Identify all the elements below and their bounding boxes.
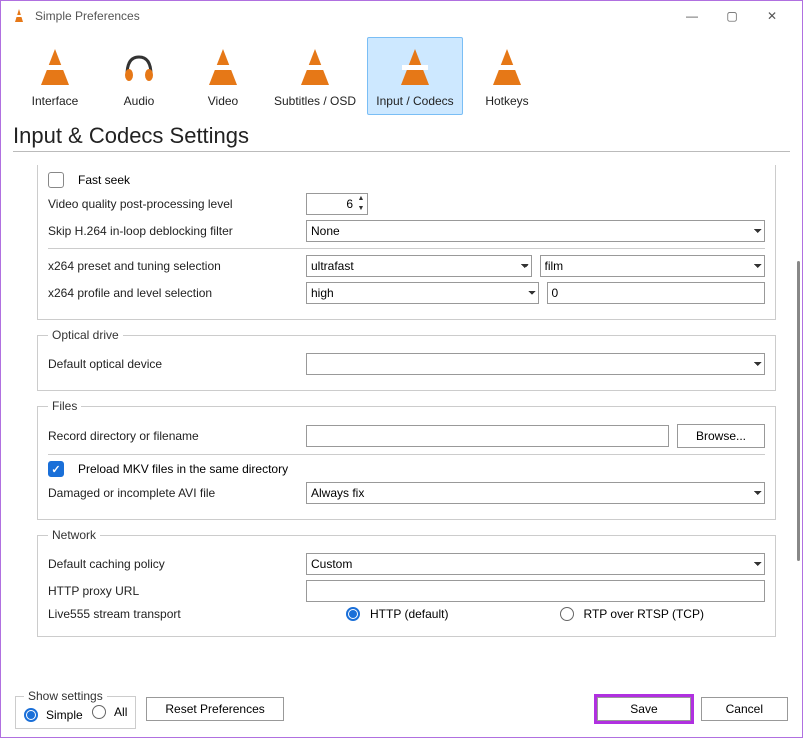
settings-scroll-area[interactable]: Fast seek Video quality post-processing … — [11, 165, 792, 673]
cone-glasses-icon — [184, 42, 262, 92]
show-simple-label: Simple — [46, 708, 83, 722]
cone-note-icon — [268, 42, 362, 92]
live555-http-label: HTTP (default) — [370, 607, 448, 621]
skip-filter-label: Skip H.264 in-loop deblocking filter — [48, 224, 298, 238]
title-separator — [13, 151, 790, 152]
maximize-button[interactable]: ▢ — [712, 2, 752, 30]
proxy-label: HTTP proxy URL — [48, 584, 298, 598]
live555-label: Live555 stream transport — [48, 607, 298, 621]
optical-group: Optical drive Default optical device — [37, 328, 776, 391]
page-title: Input & Codecs Settings — [1, 115, 802, 151]
live555-rtp-label: RTP over RTSP (TCP) — [584, 607, 704, 621]
category-video[interactable]: Video — [183, 37, 263, 115]
default-device-select[interactable] — [306, 353, 765, 375]
save-button[interactable]: Save — [597, 697, 690, 721]
avi-label: Damaged or incomplete AVI file — [48, 486, 298, 500]
x264-profile-label: x264 profile and level selection — [48, 286, 298, 300]
live555-rtp-radio[interactable] — [560, 607, 574, 621]
x264-preset-label: x264 preset and tuning selection — [48, 259, 298, 273]
category-input-codecs[interactable]: Input / Codecs — [367, 37, 463, 115]
x264-level-input[interactable] — [547, 282, 766, 304]
caching-label: Default caching policy — [48, 557, 298, 571]
category-audio[interactable]: Audio — [99, 37, 179, 115]
record-input[interactable] — [306, 425, 669, 447]
show-all-label: All — [114, 705, 127, 719]
category-subtitles[interactable]: Subtitles / OSD — [267, 37, 363, 115]
spin-down-icon: ▼ — [355, 204, 367, 214]
spin-up-icon: ▲ — [355, 194, 367, 204]
x264-tune-select[interactable]: film — [540, 255, 766, 277]
category-hotkeys[interactable]: Hotkeys — [467, 37, 547, 115]
preload-mkv-label: Preload MKV files in the same directory — [78, 462, 288, 476]
record-label: Record directory or filename — [48, 429, 298, 443]
cancel-button[interactable]: Cancel — [701, 697, 788, 721]
cone-cable-icon — [368, 42, 462, 92]
footer: Show settings Simple All Reset Preferenc… — [1, 681, 802, 737]
close-button[interactable]: ✕ — [752, 2, 792, 30]
files-legend: Files — [48, 399, 81, 413]
codecs-separator — [48, 248, 765, 249]
files-separator — [48, 454, 765, 455]
titlebar: Simple Preferences — ▢ ✕ — [1, 1, 802, 31]
show-all-radio[interactable] — [92, 705, 106, 719]
headphones-icon — [100, 42, 178, 92]
avi-select[interactable]: Always fix — [306, 482, 765, 504]
fast-seek-checkbox[interactable] — [48, 172, 64, 188]
window-title: Simple Preferences — [35, 9, 672, 23]
show-simple-radio[interactable] — [24, 708, 38, 722]
reset-button[interactable]: Reset Preferences — [146, 697, 283, 721]
caching-select[interactable]: Custom — [306, 553, 765, 575]
preload-mkv-checkbox[interactable] — [48, 461, 64, 477]
network-group: Network Default caching policy Custom HT… — [37, 528, 776, 637]
proxy-input[interactable] — [306, 580, 765, 602]
cone-icon — [16, 42, 94, 92]
live555-http-radio[interactable] — [346, 607, 360, 621]
show-settings-group: Show settings Simple All — [15, 689, 136, 729]
browse-button[interactable]: Browse... — [677, 424, 765, 448]
x264-profile-select[interactable]: high — [306, 282, 539, 304]
scrollbar[interactable] — [797, 261, 800, 561]
vlc-icon — [11, 8, 27, 24]
default-device-label: Default optical device — [48, 357, 298, 371]
skip-filter-select[interactable]: None — [306, 220, 765, 242]
cone-key-icon — [468, 42, 546, 92]
category-bar: Interface Audio Video Subtitles / OSD In… — [1, 31, 802, 115]
network-legend: Network — [48, 528, 100, 542]
minimize-button[interactable]: — — [672, 2, 712, 30]
optical-legend: Optical drive — [48, 328, 123, 342]
category-interface[interactable]: Interface — [15, 37, 95, 115]
codecs-group: Fast seek Video quality post-processing … — [37, 165, 776, 320]
x264-preset-select[interactable]: ultrafast — [306, 255, 532, 277]
show-settings-legend: Show settings — [24, 689, 107, 703]
files-group: Files Record directory or filename Brows… — [37, 399, 776, 520]
fast-seek-label: Fast seek — [78, 173, 130, 187]
pp-level-label: Video quality post-processing level — [48, 197, 298, 211]
pp-level-spinner[interactable]: ▲▼ — [306, 193, 368, 215]
